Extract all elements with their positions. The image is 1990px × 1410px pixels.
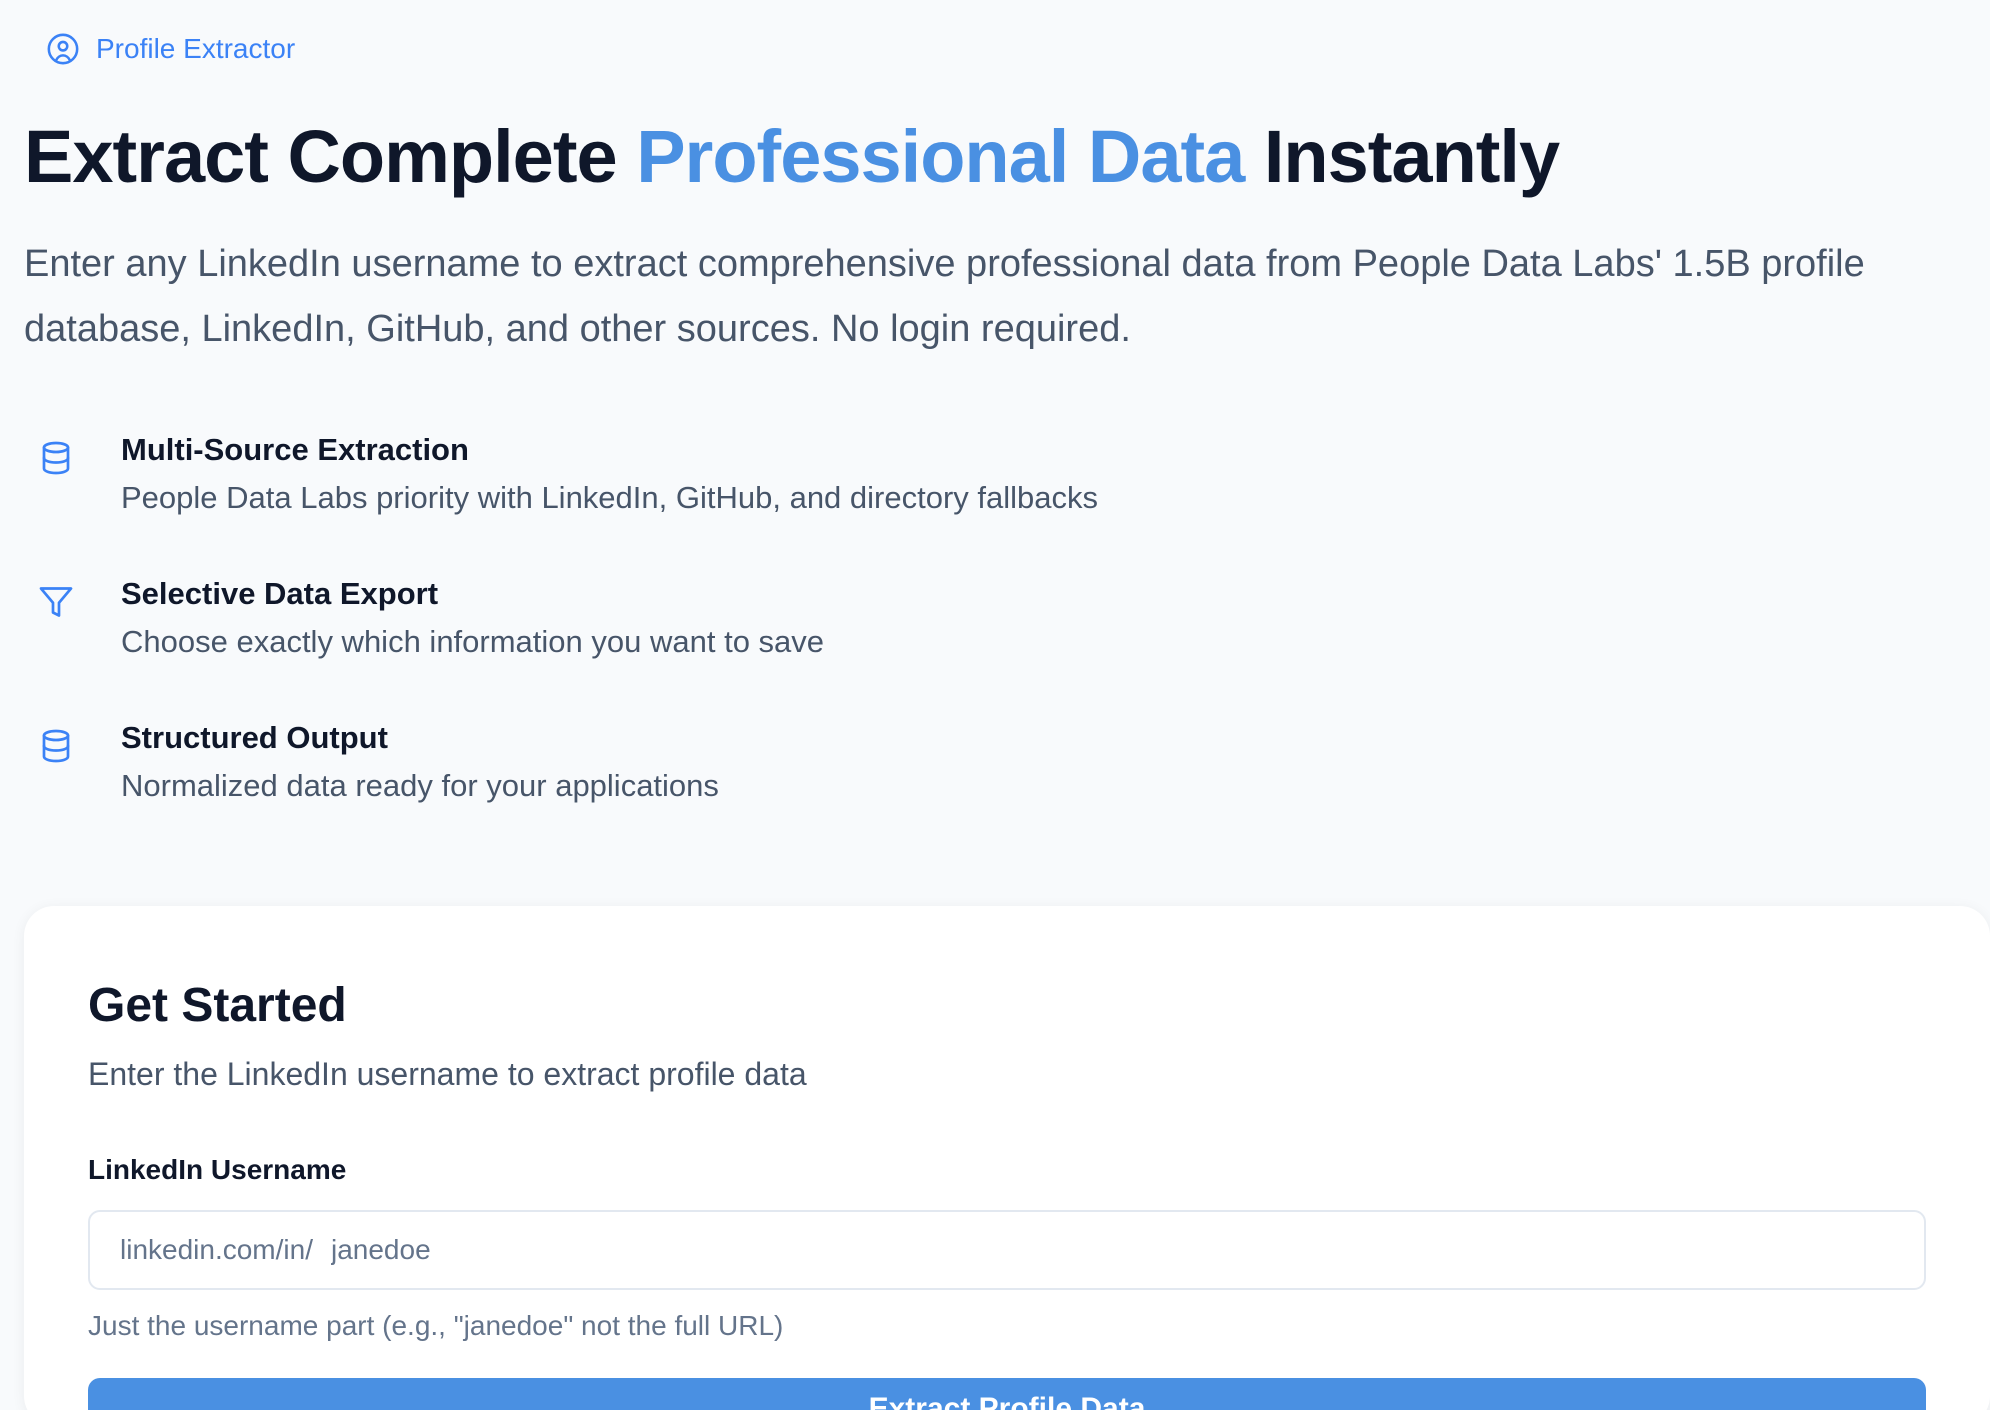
feature-title: Selective Data Export [121, 576, 439, 611]
extract-button[interactable]: Extract Profile Data [88, 1378, 1926, 1410]
feature-description: Choose exactly which information you wan… [121, 624, 825, 659]
feature-description: Normalized data ready for your applicati… [121, 768, 719, 803]
brand[interactable]: Profile Extractor [46, 32, 295, 66]
username-hint: Just the username part (e.g., "janedoe" … [88, 1310, 784, 1341]
get-started-card: Get Started Enter the LinkedIn username … [24, 906, 1990, 1410]
user-circle-icon [47, 33, 79, 65]
brand-name: Profile Extractor [96, 33, 296, 64]
headline-start: Extract Complete [24, 115, 637, 198]
headline-end: Instantly [1244, 115, 1560, 198]
feature-title: Structured Output [121, 720, 388, 755]
page-headline: Extract Complete Professional Data Insta… [24, 112, 1560, 202]
feature-title: Multi-Source Extraction [121, 432, 469, 467]
filter-icon [39, 587, 73, 617]
card-title: Get Started [88, 979, 347, 1032]
url-prefix: linkedin.com/in/ [120, 1234, 313, 1265]
username-input[interactable] [330, 1220, 1924, 1280]
card-subtitle: Enter the LinkedIn username to extract p… [88, 1056, 807, 1092]
username-label: LinkedIn Username [88, 1154, 347, 1185]
database-icon [42, 729, 70, 763]
database-icon [42, 441, 70, 475]
headline-accent: Professional Data [636, 115, 1245, 198]
page: Profile Extractor Extract Complete Profe… [0, 0, 1990, 1410]
feature-description: People Data Labs priority with LinkedIn,… [121, 480, 1098, 515]
lead-paragraph: Enter any LinkedIn username to extract c… [24, 243, 1865, 350]
username-input-group[interactable]: linkedin.com/in/ [88, 1210, 1926, 1290]
